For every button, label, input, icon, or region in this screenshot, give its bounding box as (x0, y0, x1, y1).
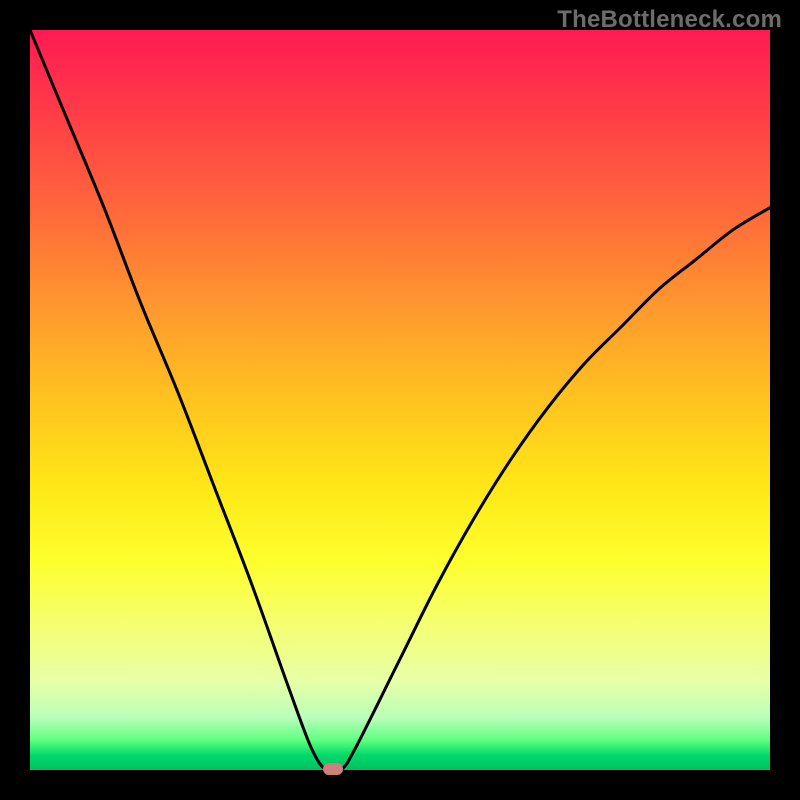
bottleneck-chart (30, 30, 770, 770)
chart-curve (30, 30, 770, 770)
optimal-point-marker (323, 763, 343, 775)
